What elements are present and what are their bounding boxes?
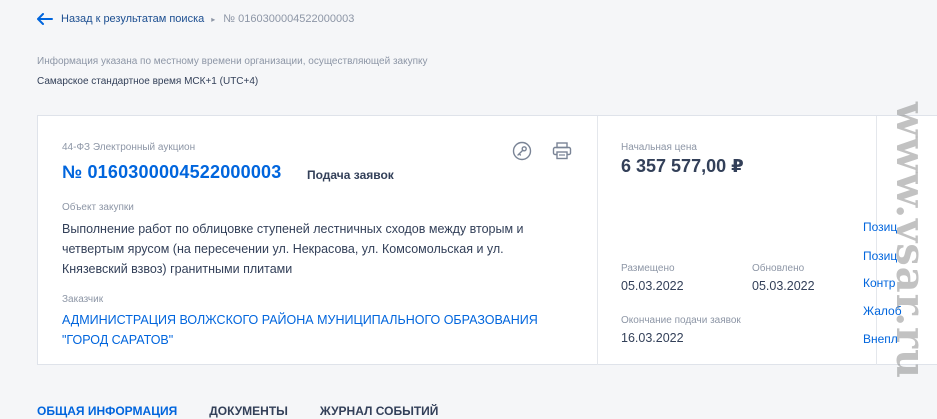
column-divider (876, 116, 877, 365)
price-label: Начальная цена (621, 142, 697, 153)
side-link-complaints[interactable]: Жалоб (863, 304, 902, 318)
side-link-positions[interactable]: Позиц (863, 220, 897, 234)
breadcrumb-current: № 0160300004522000003 (223, 13, 355, 25)
customer-label: Заказчик (62, 294, 104, 305)
law-type: 44-ФЗ Электронный аукцион (62, 142, 196, 153)
printer-icon[interactable] (551, 140, 573, 162)
timezone-note: Информация указана по местному времени о… (37, 56, 428, 67)
breadcrumb-separator: ▸ (211, 14, 216, 24)
deadline-label: Окончание подачи заявок (621, 315, 741, 326)
updated-date: 05.03.2022 (752, 279, 815, 293)
side-link-inspections[interactable]: Внепл (863, 332, 898, 346)
placed-label: Размещено (621, 263, 675, 274)
object-label: Объект закупки (62, 202, 134, 213)
arrow-left-icon[interactable] (37, 12, 53, 26)
key-icon[interactable] (511, 140, 533, 162)
object-description: Выполнение работ по облицовке ступеней л… (62, 222, 524, 276)
tab-bar: ОБЩАЯ ИНФОРМАЦИЯ ДОКУМЕНТЫ ЖУРНАЛ СОБЫТИ… (37, 404, 470, 418)
side-link-positions[interactable]: Позиц (863, 249, 897, 263)
updated-label: Обновлено (752, 263, 805, 274)
timezone-value: Самарское стандартное время МСК+1 (UTC+4… (37, 76, 259, 87)
breadcrumb: Назад к результатам поиска ▸ № 016030000… (37, 10, 354, 28)
procurement-card: 44-ФЗ Электронный аукцион № 016030000452… (37, 115, 937, 365)
customer-link[interactable]: АДМИНИСТРАЦИЯ ВОЛЖСКОГО РАЙОНА МУНИЦИПАЛ… (62, 310, 562, 350)
tab-general-info[interactable]: ОБЩАЯ ИНФОРМАЦИЯ (37, 404, 177, 418)
column-divider (597, 116, 598, 365)
back-to-results-link[interactable]: Назад к результатам поиска (61, 13, 204, 25)
tab-documents[interactable]: ДОКУМЕНТЫ (209, 404, 288, 418)
procurement-number[interactable]: № 0160300004522000003 (62, 162, 281, 183)
deadline-date: 16.03.2022 (621, 331, 684, 345)
stage-status: Подача заявок (307, 168, 394, 182)
tab-event-log[interactable]: ЖУРНАЛ СОБЫТИЙ (320, 404, 439, 418)
price-value: 6 357 577,00 ₽ (621, 156, 744, 176)
side-link-contracts[interactable]: Контр (863, 276, 895, 290)
placed-date: 05.03.2022 (621, 279, 684, 293)
